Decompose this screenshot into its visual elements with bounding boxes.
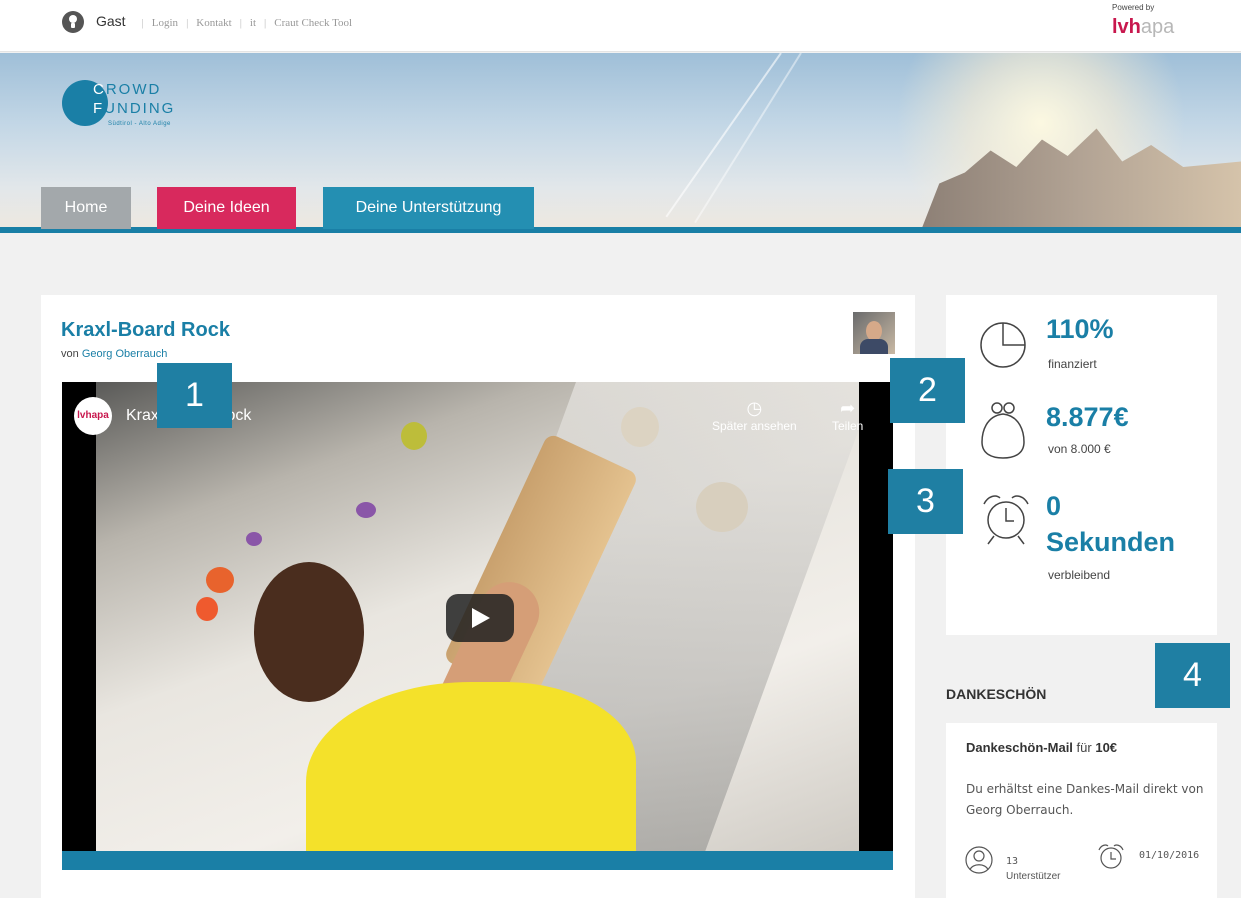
climbing-hold xyxy=(696,482,748,532)
share-icon: ➦ xyxy=(840,398,856,418)
climbing-hold xyxy=(621,407,659,447)
time-remaining-value: 0 xyxy=(1046,491,1062,521)
top-bar: Gast | Login | Kontakt | it | Craut Check Tool P… xyxy=(0,0,1241,52)
funded-label: finanziert xyxy=(1048,357,1097,371)
supporters-label: Unterstützer xyxy=(1006,871,1061,882)
share-button[interactable]: ➦ Teilen xyxy=(832,397,863,433)
avatar[interactable] xyxy=(853,312,895,354)
author-link[interactable]: Georg Oberrauch xyxy=(82,348,168,360)
logo-line2: UNDING xyxy=(104,100,176,117)
alarm-clock-icon xyxy=(983,495,1029,545)
language-link-it[interactable]: it xyxy=(250,17,256,29)
climbing-hold xyxy=(401,422,427,450)
logo-letter-f: F xyxy=(93,100,105,117)
callout-3: 3 xyxy=(888,469,963,534)
channel-logo[interactable]: lvhapa xyxy=(74,397,112,435)
rewards-heading: DANKESCHÖN xyxy=(946,686,1047,702)
video-bottom-bar xyxy=(62,851,893,870)
reward-for-word: für xyxy=(1076,740,1092,755)
reward-date: 01/10/2016 xyxy=(1139,850,1200,861)
user-name: Gast xyxy=(96,13,126,29)
climbing-hold xyxy=(196,597,218,621)
powered-by-label: Powered by xyxy=(1112,3,1155,12)
reward-price: 10€ xyxy=(1095,740,1118,755)
purse-icon xyxy=(981,402,1025,459)
climbing-hold xyxy=(206,567,234,593)
sponsor-logo-suffix: apa xyxy=(1140,16,1175,38)
logo-line1: ROWD xyxy=(105,81,162,98)
sponsor-logo[interactable]: lvhapa xyxy=(1112,16,1174,39)
reward-description: Du erhältst eine Dankes-Mail direkt von … xyxy=(966,782,1204,817)
tab-deine-ideen[interactable]: Deine Ideen xyxy=(157,187,296,229)
login-link[interactable]: Login xyxy=(152,17,178,29)
callout-1: 1 xyxy=(157,363,232,428)
contact-link[interactable]: Kontakt xyxy=(196,17,231,29)
project-author-line: von Georg Oberrauch xyxy=(61,348,167,360)
alarm-clock-icon xyxy=(1098,844,1124,869)
amount-goal: von 8.000 € xyxy=(1048,442,1111,456)
sponsor-logo-main: lvh xyxy=(1112,16,1141,38)
climbing-hold xyxy=(246,532,262,546)
amount-raised: 8.877€ xyxy=(1046,402,1129,432)
callout-4: 4 xyxy=(1155,643,1230,708)
project-title: Kraxl-Board Rock xyxy=(61,319,230,341)
time-remaining-label: verbleibend xyxy=(1048,568,1111,582)
watch-later-button[interactable]: ◷ Später ansehen xyxy=(712,397,797,433)
reward-name: Dankeschön-Mail xyxy=(966,740,1073,755)
author-prefix: von xyxy=(61,348,79,360)
contrail xyxy=(665,53,782,218)
craut-check-tool-link[interactable]: Craut Check Tool xyxy=(274,17,352,29)
supporters-count: 13 xyxy=(1006,856,1019,867)
funded-percent: 110% xyxy=(1046,314,1114,344)
video-player[interactable]: lvhapa Kraxl-Board Rock ◷ Später ansehen… xyxy=(62,382,893,870)
clock-icon: ◷ xyxy=(746,398,763,418)
time-remaining-unit: Sekunden xyxy=(1046,527,1176,557)
top-links: Gast | Login | Kontakt | it | Craut Check Tool xyxy=(96,13,353,29)
logo-subtitle: Südtirol - Alto Adige xyxy=(108,121,171,127)
stats-panel: 110% finanziert 8.877€ von 8.000 € 0 Sek… xyxy=(946,295,1217,635)
share-label: Teilen xyxy=(832,419,864,433)
callout-2: 2 xyxy=(890,358,965,423)
user-icon xyxy=(62,11,84,33)
logo-letter-c: C xyxy=(93,81,106,98)
play-button[interactable] xyxy=(446,594,514,642)
supporter-icon xyxy=(965,846,993,874)
tab-home[interactable]: Home xyxy=(41,187,131,229)
watch-later-label: Später ansehen xyxy=(712,419,797,433)
reward-header: Dankeschön-Mail für 10€ xyxy=(966,740,1117,755)
reward-card[interactable]: Dankeschön-Mail für 10€ Du erhältst eine… xyxy=(946,723,1217,898)
climbing-hold xyxy=(356,502,376,518)
pie-chart-icon xyxy=(980,322,1026,368)
tab-deine-unterstuetzung[interactable]: Deine Unterstützung xyxy=(323,187,534,229)
contrail xyxy=(694,53,802,224)
